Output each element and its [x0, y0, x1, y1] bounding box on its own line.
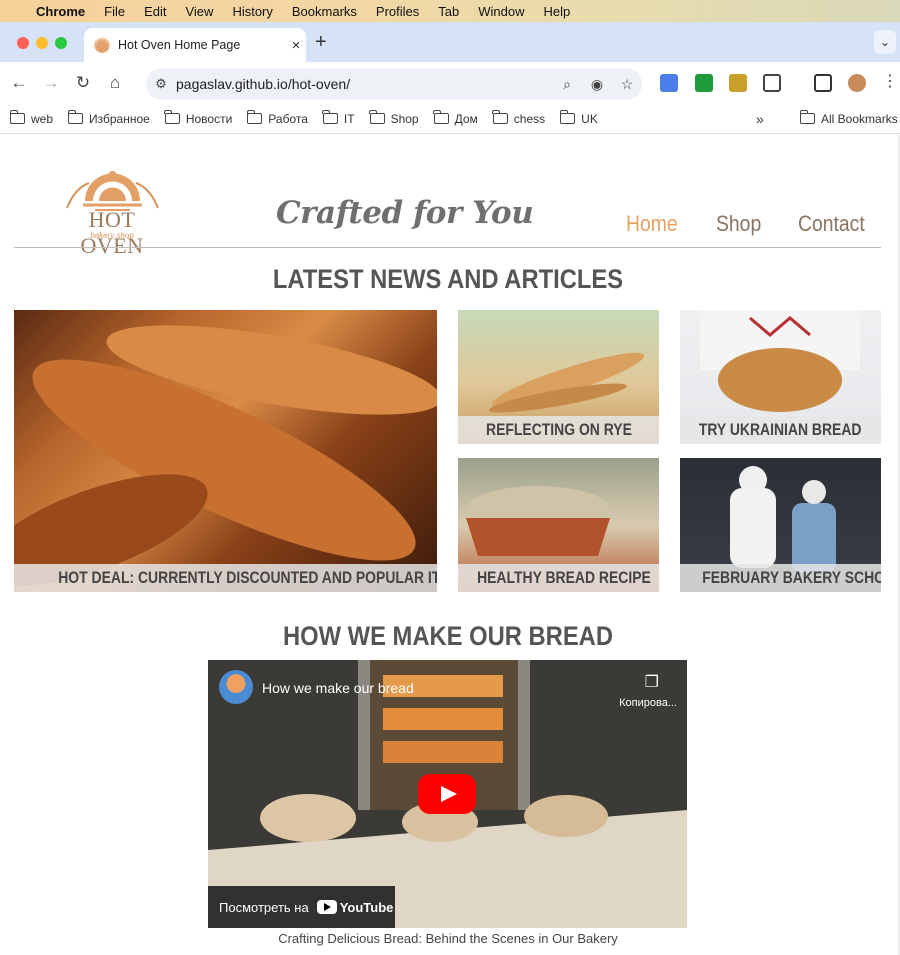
copy-link-icon[interactable]: ❐ — [645, 672, 659, 692]
forward-arrow-icon[interactable]: → — [38, 73, 64, 93]
bookmark-dom[interactable]: Дом — [433, 110, 478, 126]
bookmark-chess[interactable]: chess — [492, 110, 545, 126]
nav-home[interactable]: Home — [626, 211, 678, 237]
menu-history[interactable]: History — [232, 4, 272, 19]
folder-icon — [322, 110, 338, 124]
nav-shop[interactable]: Shop — [716, 211, 761, 237]
bookmark-novosti[interactable]: Новости — [164, 110, 232, 126]
header-divider — [14, 247, 881, 248]
logo-subtitle: bakery shop — [90, 231, 134, 240]
news-caption: REFLECTING ON RYE — [458, 416, 659, 444]
news-card-school[interactable]: FEBRUARY BAKERY SCHOOL — [680, 458, 881, 592]
zoom-window-button[interactable] — [55, 37, 67, 49]
folder-icon — [67, 110, 84, 124]
menu-file[interactable]: File — [104, 4, 125, 19]
profile-avatar[interactable] — [848, 74, 866, 92]
menu-profiles[interactable]: Profiles — [376, 4, 419, 19]
baguette-image — [14, 325, 437, 586]
video-title[interactable]: How we make our bread — [262, 680, 414, 696]
bookmark-web[interactable]: web — [9, 110, 53, 126]
menu-edit[interactable]: Edit — [144, 4, 166, 19]
url-text[interactable]: pagaslav.github.io/hot-oven/ — [176, 76, 552, 92]
extension-yellow-icon[interactable] — [729, 74, 747, 92]
news-caption: TRY UKRAINIAN BREAD — [680, 416, 881, 444]
youtube-video-embed[interactable]: How we make our bread ❐ Копирова... Посм… — [208, 660, 687, 928]
menu-window[interactable]: Window — [478, 4, 524, 19]
folder-icon — [246, 110, 263, 124]
extensions-puzzle-icon[interactable] — [763, 74, 781, 92]
news-card-hot-deal[interactable]: HOT DEAL: CURRENTLY DISCOUNTED AND POPUL… — [14, 310, 437, 592]
tab-hot-oven[interactable]: Hot Oven Home Page × — [84, 28, 306, 62]
watch-label: Посмотреть на — [219, 899, 309, 915]
folder-icon — [369, 110, 385, 124]
copy-link-label[interactable]: Копирова... — [619, 697, 677, 709]
bookmarks-bar: web Избранное Новости Работа IT Shop Дом… — [0, 104, 900, 134]
more-menu-icon[interactable]: ⋮ — [882, 74, 900, 92]
folder-icon — [492, 110, 508, 124]
news-card-rye[interactable]: REFLECTING ON RYE — [458, 310, 659, 444]
reload-icon[interactable]: ↻ — [70, 73, 96, 93]
folder-icon — [799, 110, 815, 124]
youtube-logo: YouTube — [316, 900, 393, 915]
menu-view[interactable]: View — [185, 4, 213, 19]
side-panel-icon[interactable] — [814, 74, 832, 92]
news-card-healthy[interactable]: HEALTHY BREAD RECIPE — [458, 458, 659, 592]
folder-icon — [9, 110, 25, 124]
menu-app-chrome[interactable]: Chrome — [36, 4, 85, 19]
news-heading: LATEST NEWS AND ARTICLES — [272, 264, 624, 294]
channel-avatar[interactable] — [219, 670, 253, 704]
bookmark-it[interactable]: IT — [322, 110, 355, 126]
folder-icon — [433, 110, 449, 124]
menu-tab[interactable]: Tab — [438, 4, 459, 19]
tab-search-chevron-icon[interactable]: ⌄ — [874, 30, 896, 54]
eye-slash-icon[interactable]: ◉ — [582, 76, 612, 93]
zoom-icon[interactable]: ⌕ — [552, 76, 582, 93]
tab-title: Hot Oven Home Page — [118, 38, 241, 52]
menu-help[interactable]: Help — [544, 4, 571, 19]
bookmark-star-icon[interactable]: ☆ — [612, 76, 642, 93]
bookmarks-overflow-icon[interactable]: » — [756, 111, 764, 127]
video-heading: HOW WE MAKE OUR BREAD — [283, 621, 613, 651]
video-caption: Crafting Delicious Bread: Behind the Sce… — [278, 931, 618, 946]
folder-icon — [164, 110, 180, 124]
close-window-button[interactable] — [17, 37, 29, 49]
folder-icon — [559, 110, 576, 124]
site-settings-icon[interactable]: ⚙ — [146, 76, 176, 92]
translate-extension-icon[interactable] — [660, 74, 678, 92]
close-tab-icon[interactable]: × — [286, 37, 306, 54]
back-arrow-icon[interactable]: ← — [6, 73, 32, 93]
news-caption: HEALTHY BREAD RECIPE — [458, 564, 659, 592]
tagline: Crafted for You — [276, 195, 534, 231]
bookmark-rabota[interactable]: Работа — [246, 110, 308, 126]
bookmark-izbrannoe[interactable]: Избранное — [67, 110, 150, 126]
browser-toolbar: ← → ↻ ⌂ ⚙ pagaslav.github.io/hot-oven/ ⌕… — [0, 62, 900, 104]
nav-contact[interactable]: Contact — [798, 211, 865, 237]
news-caption: FEBRUARY BAKERY SCHOOL — [680, 564, 881, 592]
news-card-ukrainian[interactable]: TRY UKRAINIAN BREAD — [680, 310, 881, 444]
minimize-window-button[interactable] — [36, 37, 48, 49]
favicon-icon — [94, 37, 110, 53]
new-tab-plus-icon[interactable]: + — [315, 31, 327, 54]
macos-menubar: Chrome File Edit View History Bookmarks … — [0, 0, 900, 22]
all-bookmarks[interactable]: All Bookmarks — [799, 110, 898, 126]
home-icon[interactable]: ⌂ — [102, 73, 128, 93]
bookmark-uk[interactable]: UK — [559, 110, 598, 126]
extension-green-icon[interactable] — [695, 74, 713, 92]
play-button-icon[interactable] — [418, 774, 476, 814]
web-page: HOT OVEN bakery shop Crafted for You Hom… — [0, 135, 900, 955]
menu-bookmarks[interactable]: Bookmarks — [292, 4, 357, 19]
bookmark-shop[interactable]: Shop — [369, 110, 419, 126]
news-caption: HOT DEAL: CURRENTLY DISCOUNTED AND POPUL… — [14, 564, 437, 592]
tab-strip: Hot Oven Home Page × + ⌄ — [0, 22, 900, 62]
watch-on-youtube-button[interactable]: Посмотреть на YouTube — [208, 886, 395, 928]
youtube-play-icon — [316, 900, 337, 914]
address-bar[interactable]: ⚙ pagaslav.github.io/hot-oven/ ⌕ ◉ ☆ — [146, 68, 642, 100]
